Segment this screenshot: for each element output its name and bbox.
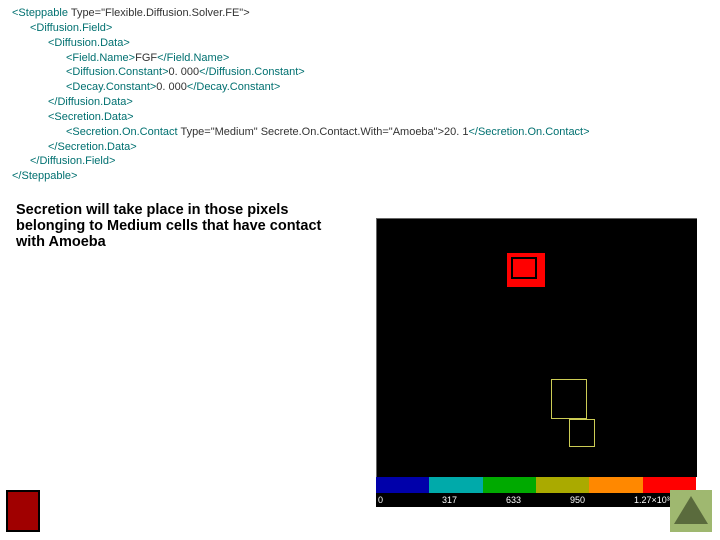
- colorbar-ticks: 0 317 633 950 1.27×10³: [376, 493, 696, 507]
- code-tag: </Diffusion.Field>: [30, 155, 115, 167]
- code-tag: </Decay.Constant>: [187, 81, 280, 93]
- xml-code-block: <Steppable Type="Flexible.Diffusion.Solv…: [0, 0, 720, 188]
- code-tag: <Steppable: [12, 7, 68, 19]
- tick-label: 317: [440, 495, 504, 505]
- code-tag: <Secretion.On.Contact: [66, 126, 178, 138]
- tick-label: 950: [568, 495, 632, 505]
- code-tag: <Decay.Constant>: [66, 81, 156, 93]
- colorbar-segment: [429, 477, 482, 493]
- code-tag: </Steppable>: [12, 170, 77, 182]
- code-tag: <Secretion.Data>: [48, 111, 134, 123]
- tick-label: 633: [504, 495, 568, 505]
- code-tag: <Diffusion.Constant>: [66, 66, 169, 78]
- amoeba-cell: [507, 253, 545, 287]
- code-tag: </Secretion.On.Contact>: [468, 126, 589, 138]
- medium-cell: [551, 379, 587, 419]
- code-text: 0. 000: [169, 66, 200, 78]
- code-tag: </Secretion.Data>: [48, 141, 137, 153]
- code-attr: Type="Flexible.Diffusion.Solver.FE">: [68, 7, 250, 19]
- description-text: Secretion will take place in those pixel…: [0, 188, 346, 250]
- code-attr: Type="Medium" Secrete.On.Contact.With="A…: [178, 126, 444, 138]
- code-tag: </Field.Name>: [157, 52, 229, 64]
- colorbar-segment: [376, 477, 429, 493]
- simulation-figure: 0 317 633 950 1.27×10³: [376, 218, 696, 507]
- iu-logo-icon: [6, 490, 42, 534]
- code-tag: </Diffusion.Constant>: [199, 66, 305, 78]
- medium-cell: [569, 419, 595, 447]
- code-tag: </Diffusion.Data>: [48, 96, 133, 108]
- colorbar-segment: [536, 477, 589, 493]
- code-text: 20. 1: [444, 126, 468, 138]
- code-text: FGF: [135, 52, 157, 64]
- tick-label: 0: [376, 495, 440, 505]
- colorbar-segment: [483, 477, 536, 493]
- compucell-logo-icon: [670, 490, 712, 532]
- code-tag: <Field.Name>: [66, 52, 135, 64]
- code-text: 0. 000: [156, 81, 187, 93]
- simulation-canvas: [376, 218, 697, 477]
- code-tag: <Diffusion.Field>: [30, 22, 112, 34]
- colorbar-segment: [589, 477, 642, 493]
- colorbar: [376, 477, 696, 493]
- code-tag: <Diffusion.Data>: [48, 37, 130, 49]
